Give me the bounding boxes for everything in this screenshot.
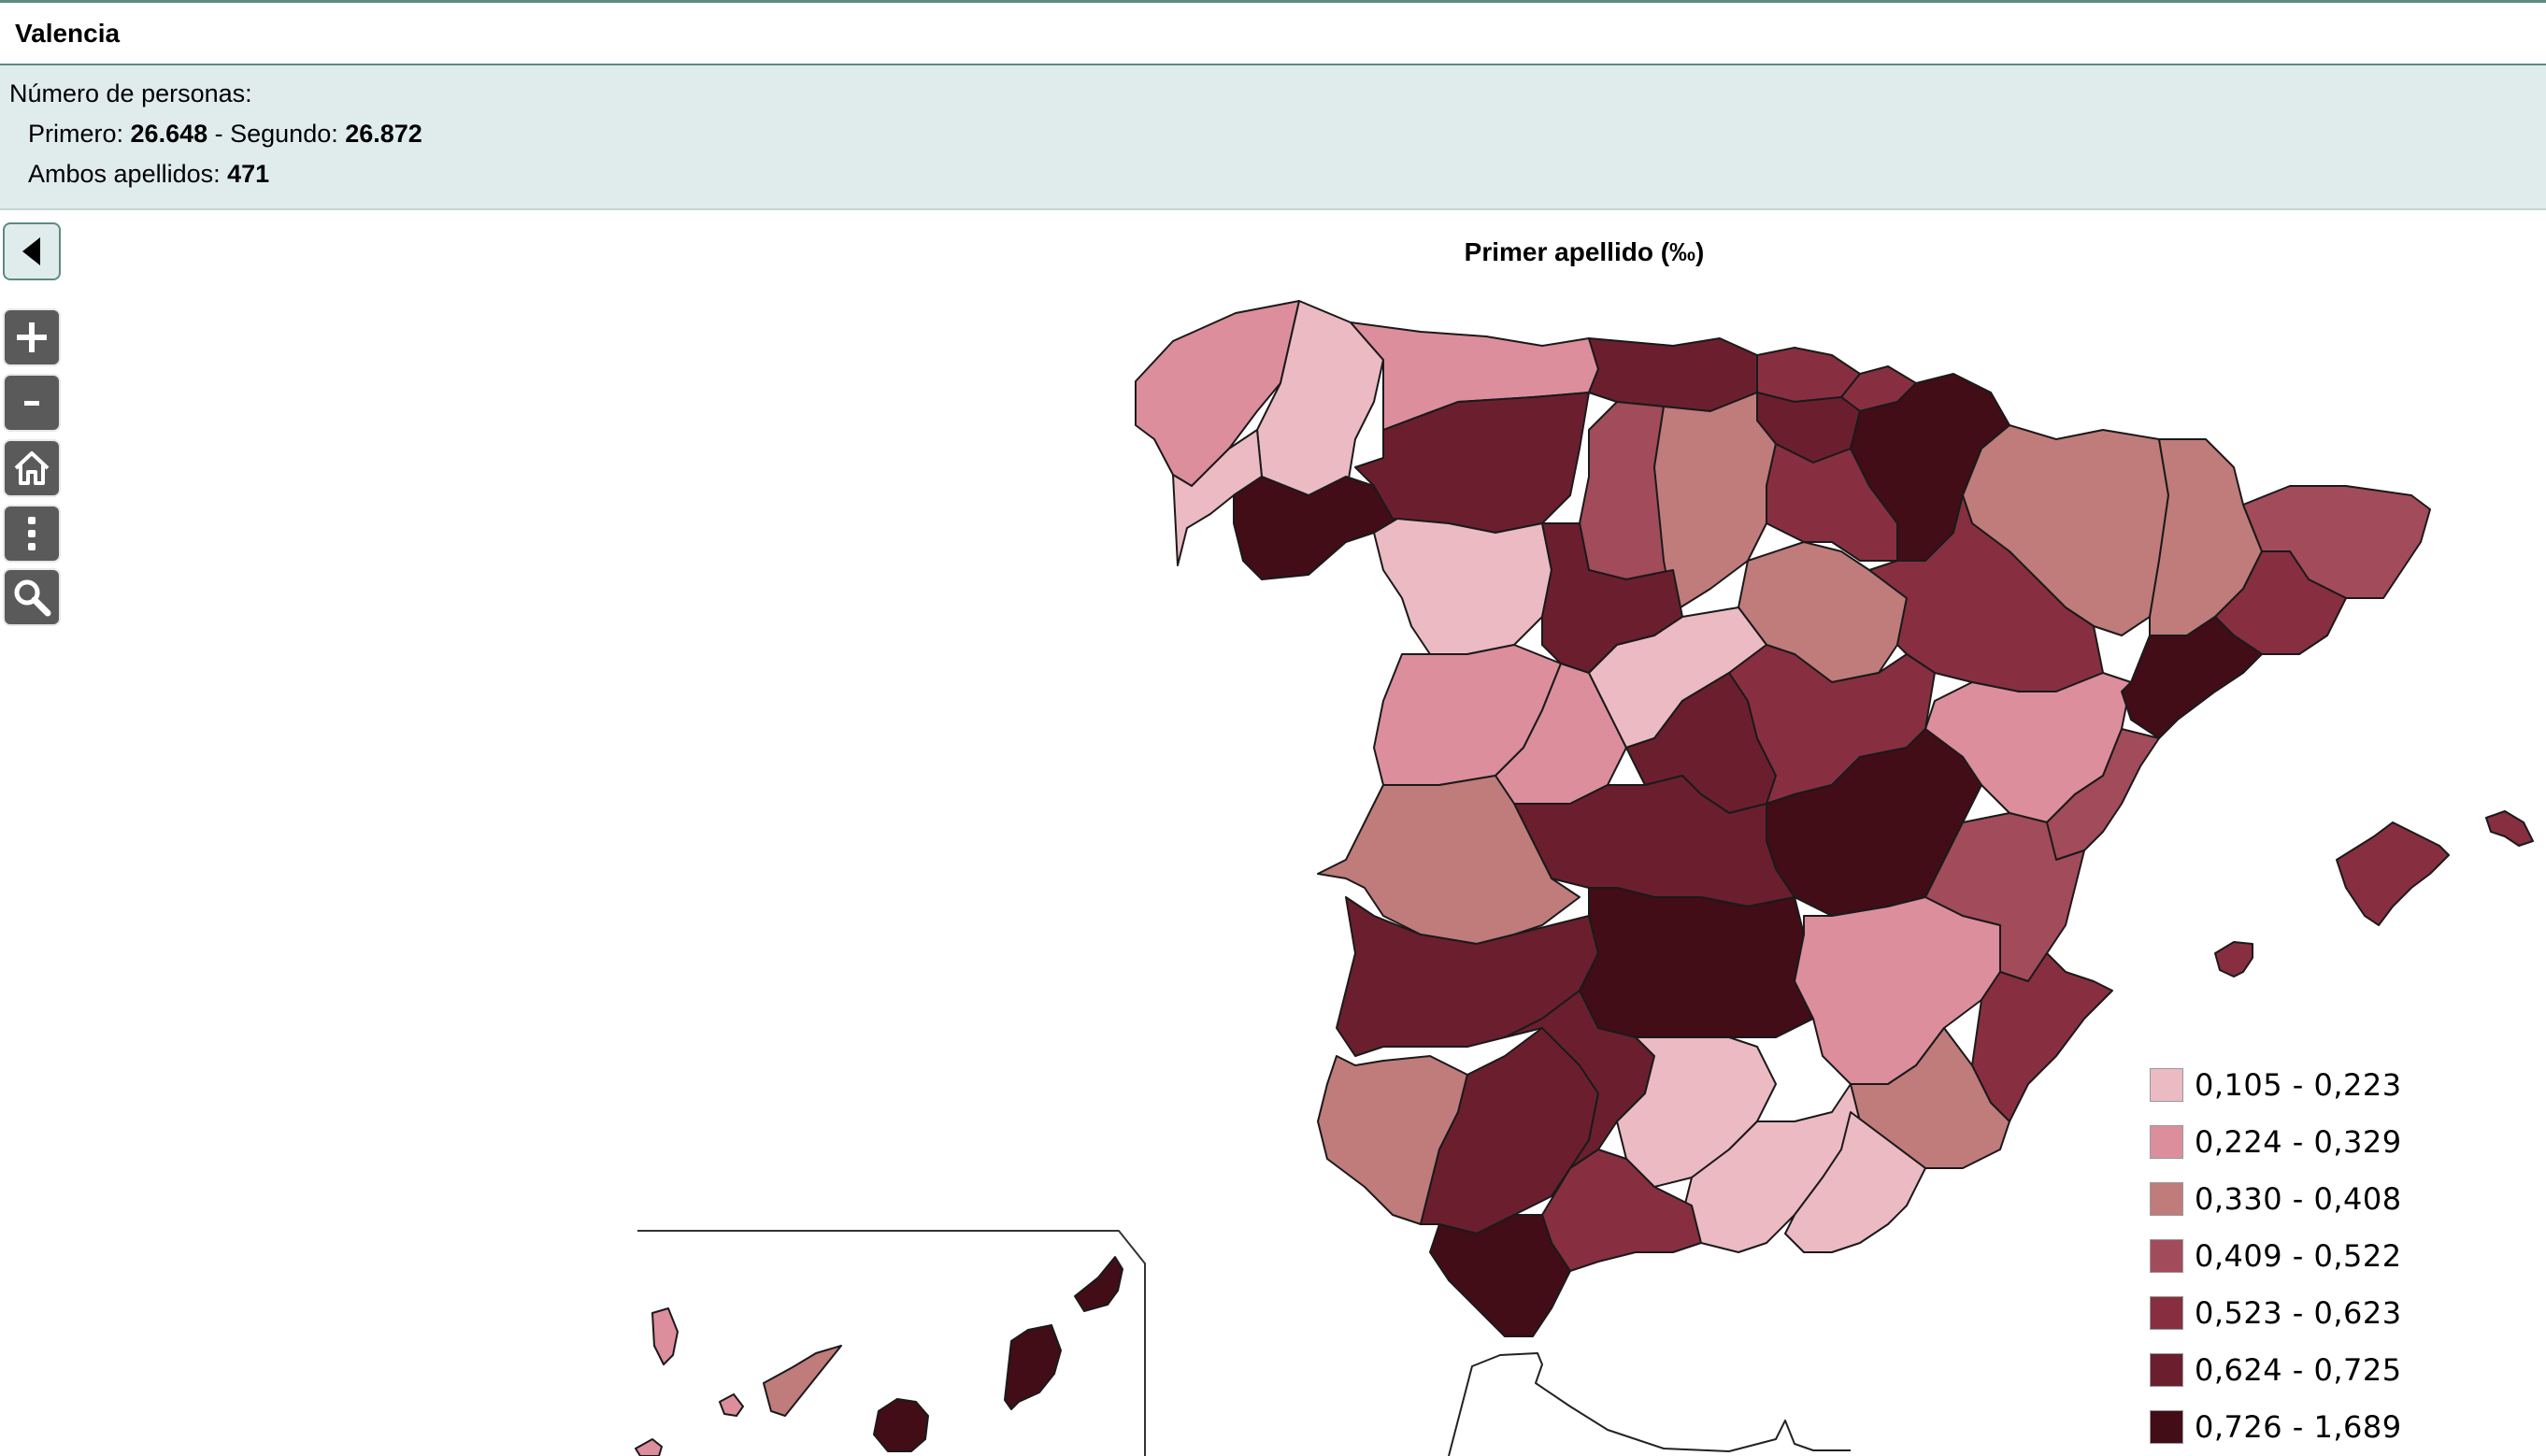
second-count: 26.872 xyxy=(345,120,422,148)
legend-item: 0,726 - 1,689 xyxy=(2150,1398,2402,1455)
legend-item: 0,523 - 0,623 xyxy=(2150,1284,2402,1341)
legend-item: 0,330 - 0,408 xyxy=(2150,1170,2402,1227)
first-second-counts: Primero: 26.648 - Segundo: 26.872 xyxy=(28,120,422,148)
coastline-africa xyxy=(1448,1352,1851,1456)
title-bar: Valencia xyxy=(0,0,2546,65)
legend-item: 0,624 - 0,725 xyxy=(2150,1341,2402,1398)
legend-swatch xyxy=(2150,1409,2183,1444)
legend-item: 0,409 - 0,522 xyxy=(2150,1227,2402,1284)
island-ibiza[interactable] xyxy=(2214,941,2253,978)
island-el-hierro[interactable] xyxy=(635,1438,663,1456)
legend-swatch xyxy=(2150,1295,2183,1330)
legend-label: 0,409 - 0,522 xyxy=(2195,1237,2402,1274)
island-menorca[interactable] xyxy=(2485,810,2534,847)
both-count-row: Ambos apellidos: 471 xyxy=(28,160,270,188)
legend-item: 0,224 - 0,329 xyxy=(2150,1113,2402,1170)
province-ourense[interactable] xyxy=(1233,476,1398,580)
island-lanzarote[interactable] xyxy=(1074,1256,1123,1312)
province-cantabria[interactable] xyxy=(1588,337,1758,412)
page-title: Valencia xyxy=(15,19,121,48)
legend-label: 0,105 - 0,223 xyxy=(2195,1066,2402,1103)
legend-swatch xyxy=(2150,1181,2183,1216)
island-la-gomera[interactable] xyxy=(719,1393,744,1417)
legend-label: 0,726 - 1,689 xyxy=(2195,1408,2402,1445)
map-legend: 0,105 - 0,223 0,224 - 0,329 0,330 - 0,40… xyxy=(2150,1056,2402,1455)
island-tenerife[interactable] xyxy=(763,1345,842,1417)
persons-heading: Número de personas: xyxy=(9,79,252,107)
province-cadiz[interactable] xyxy=(1429,1214,1571,1337)
legend-label: 0,624 - 0,725 xyxy=(2195,1351,2402,1388)
legend-swatch xyxy=(2150,1124,2183,1159)
island-fuerteventura[interactable] xyxy=(1004,1324,1062,1410)
legend-item: 0,105 - 0,223 xyxy=(2150,1056,2402,1113)
legend-label: 0,224 - 0,329 xyxy=(2195,1123,2402,1160)
province-ciudad-real[interactable] xyxy=(1579,887,1814,1038)
info-panel: Número de personas: Primero: 26.648 - Se… xyxy=(0,65,2546,210)
island-mallorca[interactable] xyxy=(2336,821,2450,926)
legend-label: 0,523 - 0,623 xyxy=(2195,1294,2402,1331)
first-count: 26.648 xyxy=(130,120,208,148)
legend-label: 0,330 - 0,408 xyxy=(2195,1180,2402,1217)
province-zamora[interactable] xyxy=(1373,518,1552,655)
legend-swatch xyxy=(2150,1352,2183,1387)
island-la-palma[interactable] xyxy=(651,1307,679,1365)
province-albacete[interactable] xyxy=(1794,896,2001,1085)
both-count: 471 xyxy=(227,160,270,188)
island-gran-canaria[interactable] xyxy=(873,1398,929,1452)
legend-swatch xyxy=(2150,1238,2183,1273)
legend-swatch xyxy=(2150,1067,2183,1102)
